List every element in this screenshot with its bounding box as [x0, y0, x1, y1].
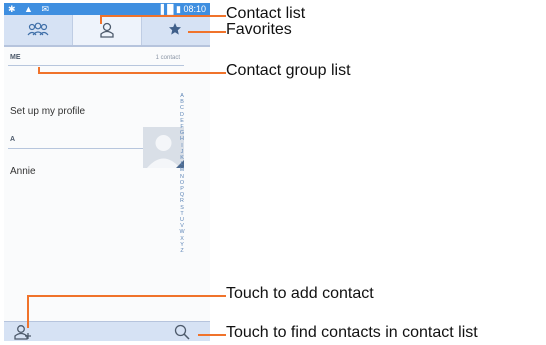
tab-contact-list[interactable] — [72, 15, 142, 45]
tab-favorites[interactable] — [140, 15, 210, 45]
add-contact-icon[interactable] — [14, 324, 32, 340]
alphabet-index[interactable]: ABCDEFGHIJKLMNOPQRSTUVWXYZ — [176, 93, 188, 254]
callout-contact-group-list: Contact group list — [226, 62, 351, 79]
alphabet-letter[interactable]: Z — [176, 248, 188, 254]
contact-group-icon — [27, 22, 49, 36]
tab-bar — [4, 15, 210, 47]
callout-add-contact: Touch to add contact — [226, 285, 374, 302]
callout-line — [27, 296, 29, 328]
status-time: ▌█ ▮ 08:10 — [161, 4, 206, 15]
status-bar: ✱ ▲ ✉ ▌█ ▮ 08:10 — [4, 3, 210, 15]
bottom-bar — [4, 321, 210, 341]
me-contact-count: 1 contact — [155, 55, 180, 61]
callout-line — [38, 72, 226, 74]
clock: 08:10 — [183, 4, 206, 14]
star-icon — [169, 23, 181, 35]
contact-person-icon — [100, 22, 114, 38]
callout-line — [27, 295, 226, 297]
callout-line — [198, 334, 226, 336]
battery-icon: ▮ — [176, 4, 181, 14]
tab-contact-groups[interactable] — [4, 15, 72, 45]
phone-screen: ✱ ▲ ✉ ▌█ ▮ 08:10 ME 1 contact Set up my … — [4, 3, 210, 341]
status-icons: ✱ ▲ ✉ — [8, 4, 52, 14]
callout-line — [188, 31, 226, 33]
callout-find-contacts: Touch to find contacts in contact list — [226, 324, 478, 341]
search-icon[interactable] — [174, 324, 190, 340]
divider — [8, 65, 184, 66]
callout-line — [100, 16, 102, 24]
callout-line — [100, 15, 226, 17]
setup-profile-item[interactable]: Set up my profile — [10, 106, 190, 117]
callout-favorites: Favorites — [226, 21, 292, 38]
signal-icon: ▌█ — [160, 4, 174, 14]
